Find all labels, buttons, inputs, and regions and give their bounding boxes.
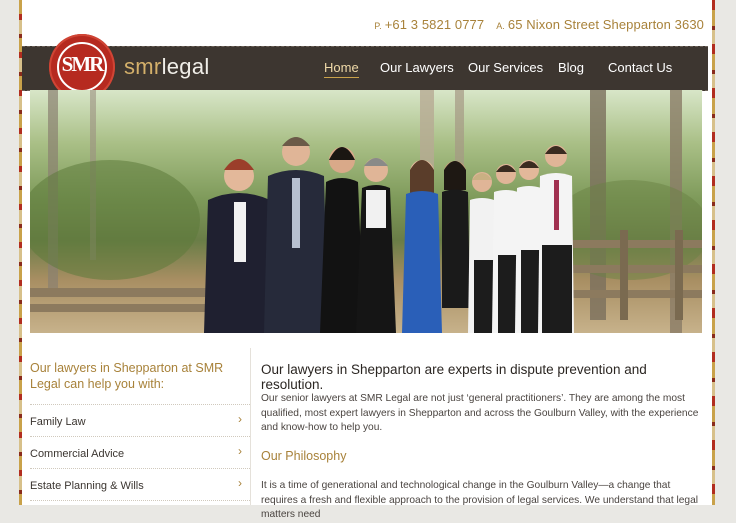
sidebar-item-estate-planning[interactable]: Estate Planning & Wills ›: [30, 476, 242, 492]
sidebar-item-label: Estate Planning & Wills: [30, 480, 144, 492]
sidebar-divider: [30, 404, 250, 405]
address-text: 65 Nixon Street Shepparton 3630: [507, 17, 704, 32]
main-heading: Our lawyers in Shepparton are experts in…: [261, 362, 647, 392]
sidebar-item-label: Family Law: [30, 416, 86, 428]
sidebar-title: Our lawyers in Shepparton at SMR Legal c…: [30, 361, 224, 391]
chevron-right-icon: ›: [238, 412, 242, 426]
logo-wordmark[interactable]: smrlegal: [124, 54, 210, 80]
philosophy-heading: Our Philosophy: [261, 449, 347, 463]
page-container: P. +61 3 5821 0777 A. 65 Nixon Street Shepp…: [22, 0, 712, 520]
phone-number[interactable]: +61 3 5821 0777: [385, 17, 484, 32]
logo-monogram: SMR: [61, 52, 105, 76]
address-label: A.: [496, 21, 505, 31]
intro-paragraph: Our senior lawyers at SMR Legal are not …: [261, 393, 699, 433]
team-photo: [30, 90, 702, 333]
nav-blog[interactable]: Blog: [558, 60, 584, 75]
logo-word-smr: smr: [124, 54, 162, 79]
nav-our-lawyers[interactable]: Our Lawyers: [380, 60, 454, 75]
sidebar-item-commercial-advice[interactable]: Commercial Advice ›: [30, 444, 242, 460]
nav-home[interactable]: Home: [324, 60, 359, 78]
sidebar-divider: [30, 500, 250, 501]
phone-label: P.: [374, 21, 382, 31]
column-divider: [250, 348, 251, 505]
chevron-right-icon: ›: [238, 476, 242, 490]
chevron-right-icon: ›: [238, 444, 242, 458]
sidebar-divider: [30, 436, 250, 437]
philosophy-paragraph: It is a time of generational and technol…: [261, 480, 698, 520]
nav-contact-us[interactable]: Contact Us: [608, 60, 672, 75]
nav-our-services[interactable]: Our Services: [468, 60, 543, 75]
sidebar-item-family-law[interactable]: Family Law ›: [30, 412, 242, 428]
right-decorative-stripe: [712, 0, 715, 505]
logo-word-legal: legal: [161, 54, 210, 79]
sidebar-divider: [30, 468, 250, 469]
contact-info: P. +61 3 5821 0777 A. 65 Nixon Street Shepp…: [374, 17, 704, 32]
sidebar-item-label: Commercial Advice: [30, 448, 125, 460]
team-photo-illustration: [30, 90, 702, 333]
